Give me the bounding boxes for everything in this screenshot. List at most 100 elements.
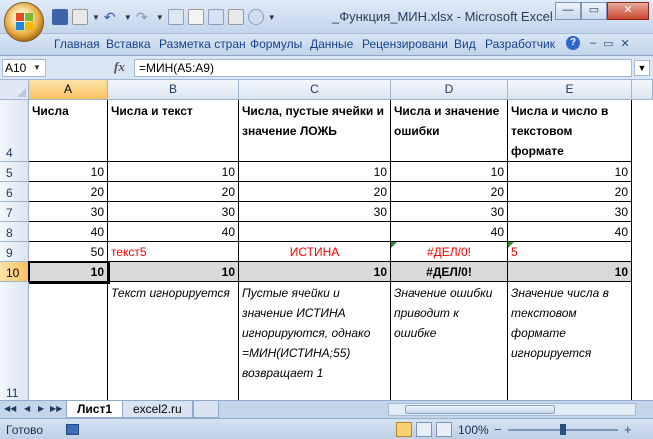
cell-e5[interactable]: 10	[508, 162, 632, 182]
cell-d11[interactable]: Значение ошибки приводит к ошибке	[391, 282, 508, 400]
doc-minimize-button[interactable]: –	[590, 37, 596, 50]
cell-c4[interactable]: Числа, пустые ячейки и значение ЛОЖЬ	[239, 100, 391, 162]
cell-d9[interactable]: #ДЕЛ/0!	[391, 242, 508, 262]
sort-icon[interactable]	[227, 9, 244, 25]
cell-d10[interactable]: #ДЕЛ/0!	[391, 262, 508, 282]
cell-b8[interactable]: 40	[108, 222, 239, 242]
print-icon[interactable]	[167, 9, 184, 25]
save-icon[interactable]	[52, 9, 68, 25]
cell-c5[interactable]: 10	[239, 162, 391, 182]
page-break-view-icon[interactable]	[436, 422, 452, 437]
sheet-tab-excel2[interactable]: excel2.ru	[122, 401, 193, 418]
cell-b9[interactable]: текст5	[108, 242, 239, 262]
cell-b11[interactable]: Текст игнорируется	[108, 282, 239, 400]
expand-formula-icon[interactable]: ▼	[634, 60, 650, 76]
cell-b4[interactable]: Числа и текст	[108, 100, 239, 162]
zoom-slider-thumb[interactable]	[560, 424, 566, 435]
chevron-down-icon[interactable]: ▼	[92, 13, 100, 22]
worksheet-grid[interactable]: A B C D E 4 Числа Числа и текст Числа, п…	[0, 80, 653, 400]
cell-d7[interactable]: 30	[391, 202, 508, 222]
circle-icon[interactable]	[247, 9, 264, 25]
tab-developer[interactable]: Разработчик	[485, 37, 555, 51]
column-header-e[interactable]: E	[508, 80, 632, 100]
cell-d5[interactable]: 10	[391, 162, 508, 182]
tab-page-layout[interactable]: Разметка стран	[159, 37, 246, 51]
office-button[interactable]	[4, 2, 44, 42]
table-icon[interactable]	[207, 9, 224, 25]
formula-input[interactable]: =МИН(A5:A9)	[134, 59, 632, 77]
cell-b5[interactable]: 10	[108, 162, 239, 182]
tab-formulas[interactable]: Формулы	[250, 37, 302, 51]
minimize-button[interactable]: —	[555, 2, 581, 20]
column-header-d[interactable]: D	[391, 80, 508, 100]
tab-view[interactable]: Вид	[454, 37, 476, 51]
cell-c8[interactable]	[239, 222, 391, 242]
redo-icon[interactable]: ↷	[136, 9, 152, 25]
tab-data[interactable]: Данные	[310, 37, 353, 51]
cell-d6[interactable]: 20	[391, 182, 508, 202]
horizontal-scrollbar[interactable]	[388, 403, 636, 416]
row-header-6[interactable]: 6	[0, 182, 29, 202]
cell-b6[interactable]: 20	[108, 182, 239, 202]
zoom-level[interactable]: 100%	[458, 423, 489, 437]
sheet-tab-list1[interactable]: Лист1	[66, 401, 124, 418]
cell-a11[interactable]	[29, 282, 108, 400]
cell-e11[interactable]: Значение числа в текстовом формате игнор…	[508, 282, 632, 400]
zoom-in-button[interactable]: +	[624, 422, 632, 437]
insert-function-icon[interactable]: fx	[114, 59, 125, 75]
row-header-5[interactable]: 5	[0, 162, 29, 182]
cell-e9[interactable]: 5	[508, 242, 632, 262]
prev-sheet-icon[interactable]: ◀	[24, 404, 30, 413]
last-sheet-icon[interactable]: ▶▶	[50, 404, 62, 413]
scrollbar-thumb[interactable]	[405, 405, 555, 414]
tab-insert[interactable]: Вставка	[106, 37, 151, 51]
cell-c10[interactable]: 10	[239, 262, 391, 282]
customize-toolbar-icon[interactable]: ▼	[268, 13, 276, 22]
row-header-10[interactable]: 10	[0, 262, 29, 282]
chevron-down-icon[interactable]: ▼	[156, 13, 164, 22]
cell-d8[interactable]: 40	[391, 222, 508, 242]
cell-c6[interactable]: 20	[239, 182, 391, 202]
tab-home[interactable]: Главная	[54, 37, 100, 51]
macro-record-icon[interactable]	[66, 424, 79, 435]
row-header-8[interactable]: 8	[0, 222, 29, 242]
next-sheet-icon[interactable]: ▶	[38, 404, 44, 413]
cell-c9[interactable]: ИСТИНА	[239, 242, 391, 262]
normal-view-icon[interactable]	[396, 422, 412, 437]
cell-e4[interactable]: Числа и число в текстовом формате	[508, 100, 632, 162]
print-preview-icon[interactable]	[187, 9, 204, 25]
cell-a4[interactable]: Числа	[29, 100, 108, 162]
first-sheet-icon[interactable]: ◀◀	[4, 404, 16, 413]
cell-e7[interactable]: 30	[508, 202, 632, 222]
doc-restore-button[interactable]: ▭	[603, 37, 613, 50]
column-header-a[interactable]: A	[29, 80, 108, 100]
cell-a7[interactable]: 30	[29, 202, 108, 222]
cell-e8[interactable]: 40	[508, 222, 632, 242]
cell-c11[interactable]: Пустые ячейки и значение ИСТИНА игнориру…	[239, 282, 391, 400]
row-header-4[interactable]: 4	[0, 100, 29, 162]
cell-b7[interactable]: 30	[108, 202, 239, 222]
row-header-7[interactable]: 7	[0, 202, 29, 222]
cell-a9[interactable]: 50	[29, 242, 108, 262]
restore-button[interactable]: ▭	[581, 2, 607, 20]
page-layout-view-icon[interactable]	[416, 422, 432, 437]
cell-c7[interactable]: 30	[239, 202, 391, 222]
checkbox-icon[interactable]	[72, 9, 88, 25]
help-icon[interactable]: ?	[566, 36, 580, 50]
column-header-b[interactable]: B	[108, 80, 239, 100]
chevron-down-icon[interactable]: ▼	[33, 59, 41, 77]
close-button[interactable]: ✕	[607, 2, 649, 20]
doc-close-button[interactable]: ✕	[621, 37, 630, 50]
tab-review[interactable]: Рецензировани	[362, 37, 448, 51]
cell-a5[interactable]: 10	[29, 162, 108, 182]
column-header-f[interactable]	[632, 80, 653, 100]
chevron-down-icon[interactable]: ▼	[124, 13, 132, 22]
cell-a10[interactable]: 10	[29, 262, 108, 282]
undo-icon[interactable]: ↶	[104, 9, 120, 25]
cell-d4[interactable]: Числа и значение ошибки	[391, 100, 508, 162]
cell-e10[interactable]: 10	[508, 262, 632, 282]
row-header-9[interactable]: 9	[0, 242, 29, 262]
zoom-out-button[interactable]: −	[494, 422, 502, 437]
row-header-11[interactable]: 11	[0, 282, 29, 400]
cell-e6[interactable]: 20	[508, 182, 632, 202]
